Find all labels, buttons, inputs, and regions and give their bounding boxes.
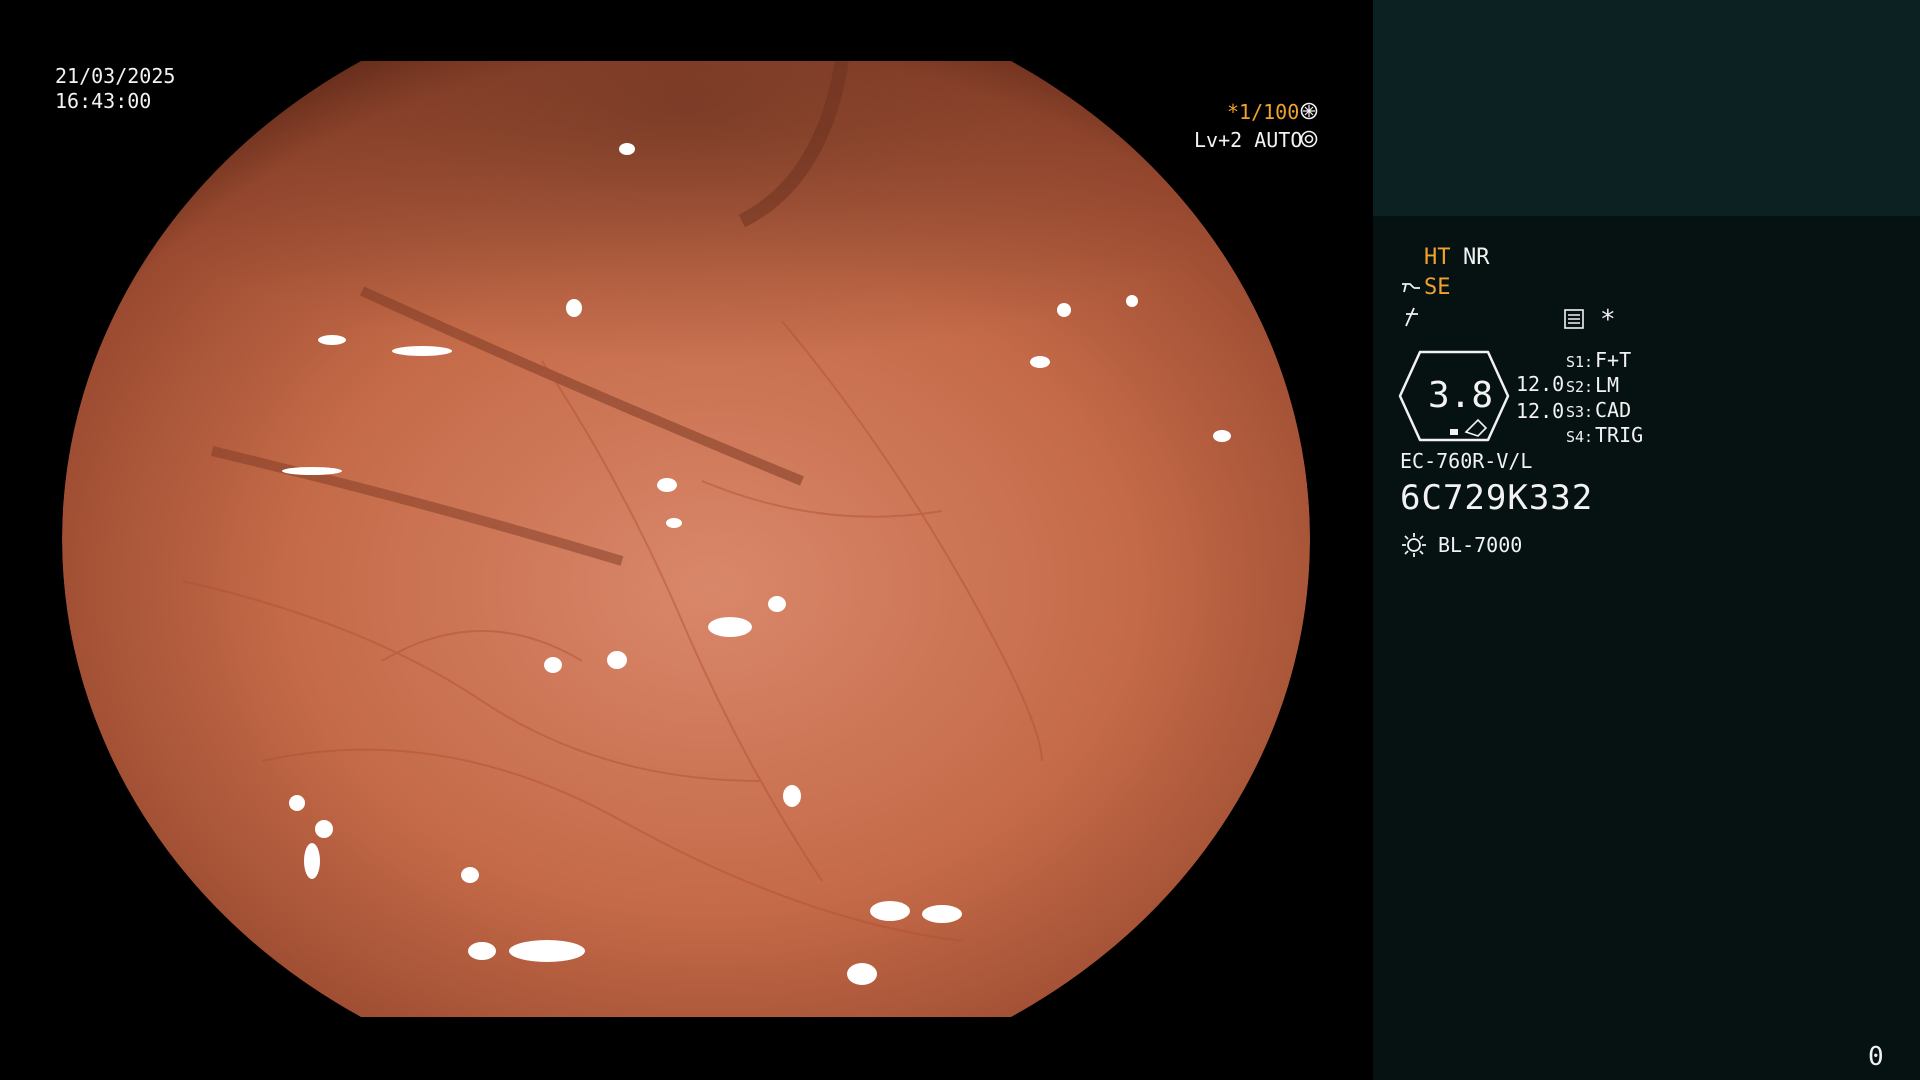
switch-value-4: TRIG (1595, 423, 1644, 447)
light-source-icon (1400, 531, 1428, 559)
settings-sheet-icon (1564, 309, 1584, 329)
date-label: 21/03/2025 (55, 64, 176, 88)
panel-header (1373, 0, 1920, 216)
scope-serial: 6C729K332 (1400, 478, 1594, 518)
status-panel (1373, 216, 1920, 1080)
aperture-icon (1300, 102, 1318, 120)
zoom-level-2: 12.0 (1516, 399, 1565, 423)
scope-tip-icon (1400, 278, 1422, 298)
switch-value-3: CAD (1595, 398, 1632, 422)
scope-model: EC-760R-V/L (1400, 449, 1533, 473)
zoom-level-1: 12.0 (1516, 372, 1565, 396)
asterisk-label: * (1600, 305, 1616, 335)
level-label: Lv+2 AUTO (1194, 128, 1303, 152)
switch-key-1: S1: (1566, 353, 1594, 371)
freeze-icon (1402, 306, 1420, 328)
light-source-label: BL-7000 (1438, 533, 1523, 557)
se-label: SE (1424, 275, 1451, 300)
iris-icon (1300, 130, 1318, 148)
time-label: 16:43:00 (55, 89, 152, 113)
endoscope-image (62, 61, 1311, 1017)
switch-value-1: F+T (1595, 348, 1632, 372)
switch-key-4: S4: (1566, 428, 1594, 446)
switch-value-2: LM (1595, 373, 1620, 397)
switch-key-2: S2: (1566, 378, 1594, 396)
mucosa-image (62, 61, 1311, 1017)
shutter-label: *1/100 (1227, 100, 1300, 124)
zoom-value: 3.8 (1428, 375, 1494, 416)
ht-label: HT (1424, 245, 1451, 270)
nr-label: NR (1463, 245, 1490, 270)
counter-label: 0 (1868, 1042, 1884, 1072)
switch-key-3: S3: (1566, 403, 1594, 421)
